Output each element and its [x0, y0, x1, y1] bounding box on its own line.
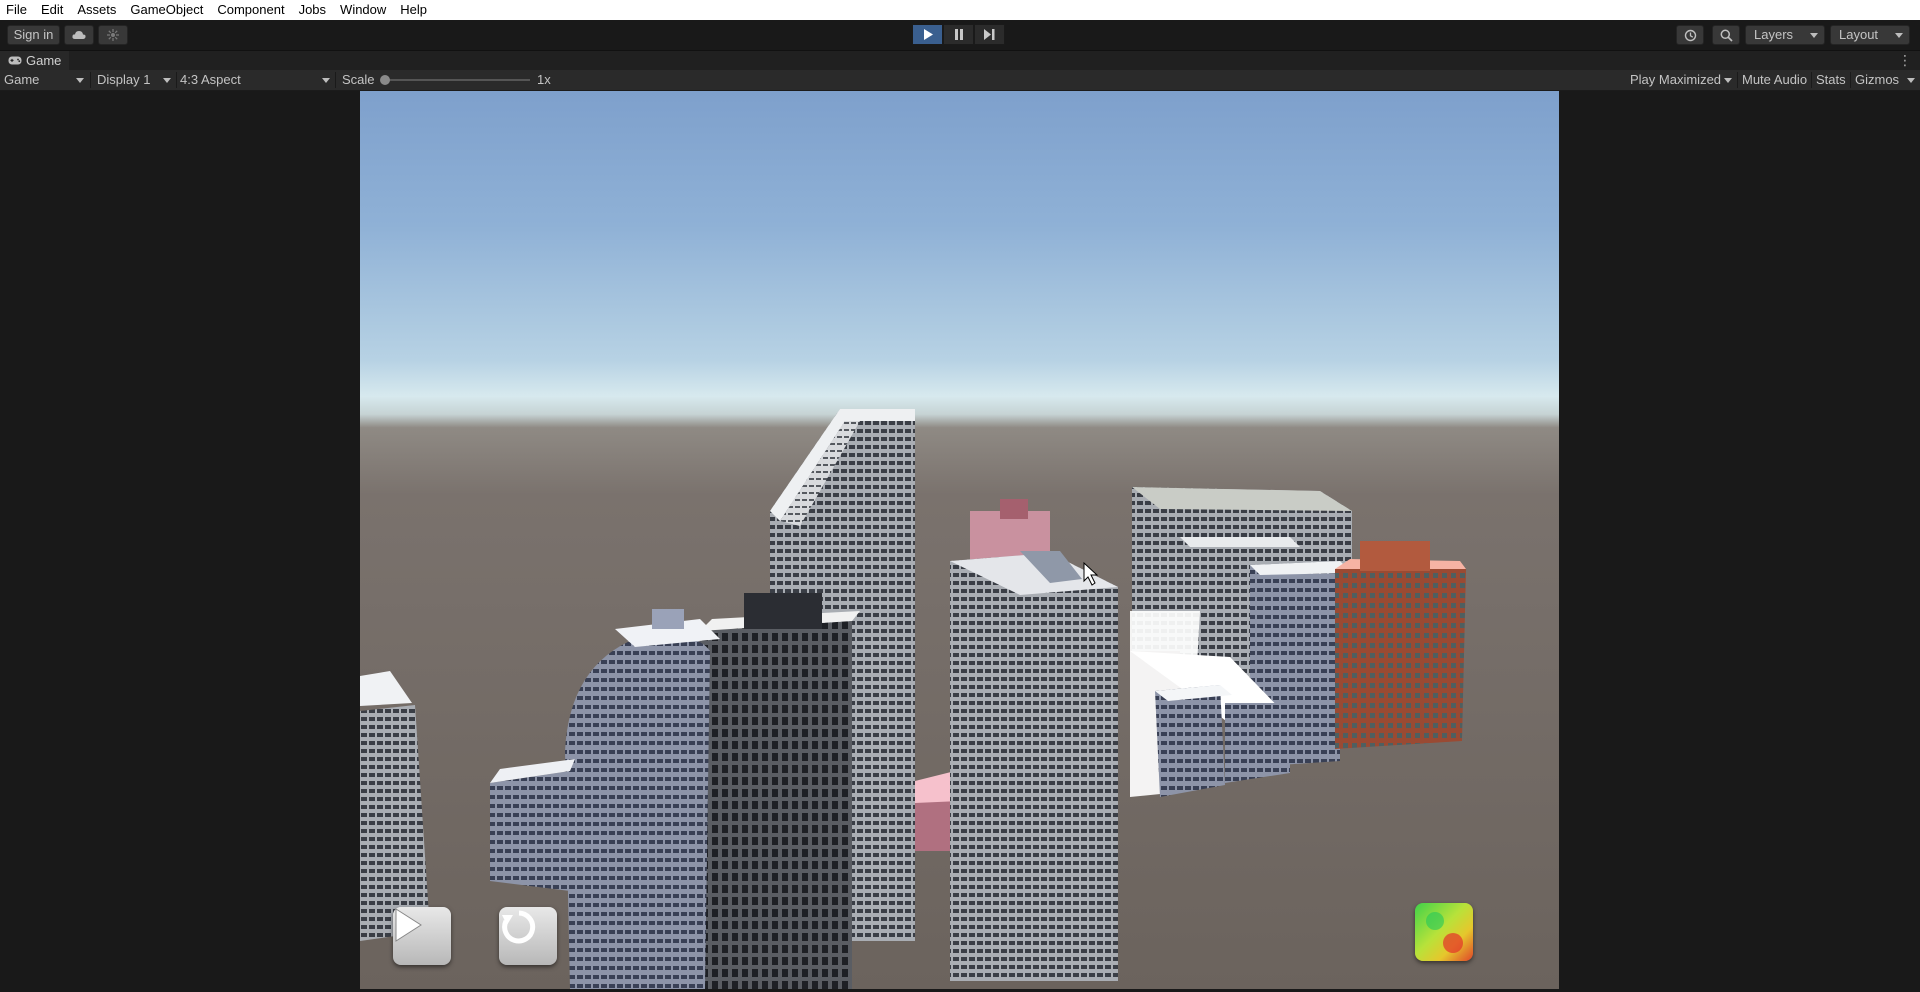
menu-help[interactable]: Help: [394, 0, 435, 20]
play-button[interactable]: [912, 24, 943, 45]
menu-assets[interactable]: Assets: [71, 0, 124, 20]
center-building: [950, 551, 1118, 981]
heatmap-toggle-button[interactable]: [1415, 903, 1473, 961]
pause-icon: [954, 29, 963, 40]
layout-dropdown[interactable]: Layout: [1830, 25, 1910, 45]
game-play-button[interactable]: [393, 907, 451, 965]
dark-building: [700, 593, 860, 989]
sign-in-button[interactable]: Sign in: [7, 25, 60, 45]
divider: [1850, 72, 1851, 88]
menu-window[interactable]: Window: [334, 0, 394, 20]
main-toolbar: Sign in Layers Layout: [0, 20, 1920, 51]
play-icon: [923, 29, 933, 40]
divider: [1811, 72, 1812, 88]
building-cluster-right: [1130, 487, 1466, 797]
play-icon: [395, 908, 422, 942]
aspect-label: 4:3 Aspect: [180, 72, 241, 87]
pause-button[interactable]: [943, 24, 974, 45]
menu-edit[interactable]: Edit: [35, 0, 71, 20]
layers-dropdown[interactable]: Layers: [1745, 25, 1825, 45]
divider: [90, 72, 91, 88]
slider-thumb[interactable]: [380, 75, 390, 85]
view-mode-dropdown[interactable]: Game: [4, 70, 86, 90]
chevron-down-icon: [1895, 32, 1903, 38]
scale-value: 1x: [537, 72, 551, 87]
chevron-down-icon: [76, 77, 84, 83]
sign-in-label: Sign in: [13, 27, 54, 42]
menu-component[interactable]: Component: [211, 0, 292, 20]
step-button[interactable]: [974, 24, 1005, 45]
curved-building: [565, 609, 720, 989]
display-dropdown[interactable]: Display 1: [97, 70, 173, 90]
small-left-building: [490, 759, 575, 891]
chevron-down-icon: [163, 77, 171, 83]
city-scene: [360, 409, 1466, 989]
game-view-toolbar: Game Display 1 4:3 Aspect Scale 1x Play …: [0, 70, 1920, 91]
chevron-down-icon: [1724, 77, 1732, 83]
stats-label: Stats: [1816, 72, 1846, 87]
mute-audio-toggle[interactable]: Mute Audio: [1742, 70, 1807, 90]
stats-toggle[interactable]: Stats: [1816, 70, 1846, 90]
menu-bar: File Edit Assets GameObject Component Jo…: [0, 0, 1920, 20]
slider-track: [384, 79, 530, 81]
gizmos-label: Gizmos: [1855, 72, 1900, 87]
layers-label: Layers: [1754, 27, 1794, 42]
gizmos-dropdown[interactable]: Gizmos: [1855, 70, 1915, 90]
play-maximized-dropdown[interactable]: Play Maximized: [1630, 70, 1734, 90]
tab-game[interactable]: Game: [0, 51, 70, 70]
cloud-button[interactable]: [64, 25, 94, 45]
menu-file[interactable]: File: [0, 0, 35, 20]
tab-label: Game: [26, 53, 62, 68]
collab-icon: [107, 29, 119, 41]
cloud-icon: [72, 31, 86, 39]
step-icon: [984, 29, 995, 40]
play-controls: [912, 24, 1005, 45]
scale-slider[interactable]: [380, 70, 530, 90]
chevron-down-icon: [1907, 77, 1915, 83]
menu-gameobject[interactable]: GameObject: [124, 0, 211, 20]
search-icon: [1720, 29, 1733, 42]
scale-label: Scale: [342, 72, 375, 87]
game-restart-button[interactable]: [499, 907, 557, 965]
collab-button[interactable]: [98, 25, 128, 45]
display-label: Display 1: [97, 72, 151, 87]
game-viewport[interactable]: [360, 91, 1559, 989]
gamepad-icon: [8, 56, 22, 65]
search-button[interactable]: [1712, 25, 1740, 45]
chevron-down-icon: [1810, 32, 1818, 38]
left-edge-building: [360, 671, 430, 941]
divider: [176, 72, 177, 88]
history-button[interactable]: [1676, 25, 1704, 45]
divider: [335, 72, 336, 88]
restart-icon: [502, 910, 536, 944]
play-maximized-label: Play Maximized: [1630, 72, 1722, 87]
chevron-down-icon: [322, 77, 330, 83]
menu-jobs[interactable]: Jobs: [293, 0, 334, 20]
layout-label: Layout: [1839, 27, 1879, 42]
view-mode-label: Game: [4, 72, 40, 87]
heatmap-icon: [1426, 912, 1463, 953]
tab-bar: Game ⋮: [0, 51, 1920, 70]
aspect-dropdown[interactable]: 4:3 Aspect: [180, 70, 332, 90]
divider: [1737, 72, 1738, 88]
mute-audio-label: Mute Audio: [1742, 72, 1808, 87]
more-options-icon[interactable]: ⋮: [1898, 53, 1912, 67]
history-icon: [1684, 29, 1696, 41]
